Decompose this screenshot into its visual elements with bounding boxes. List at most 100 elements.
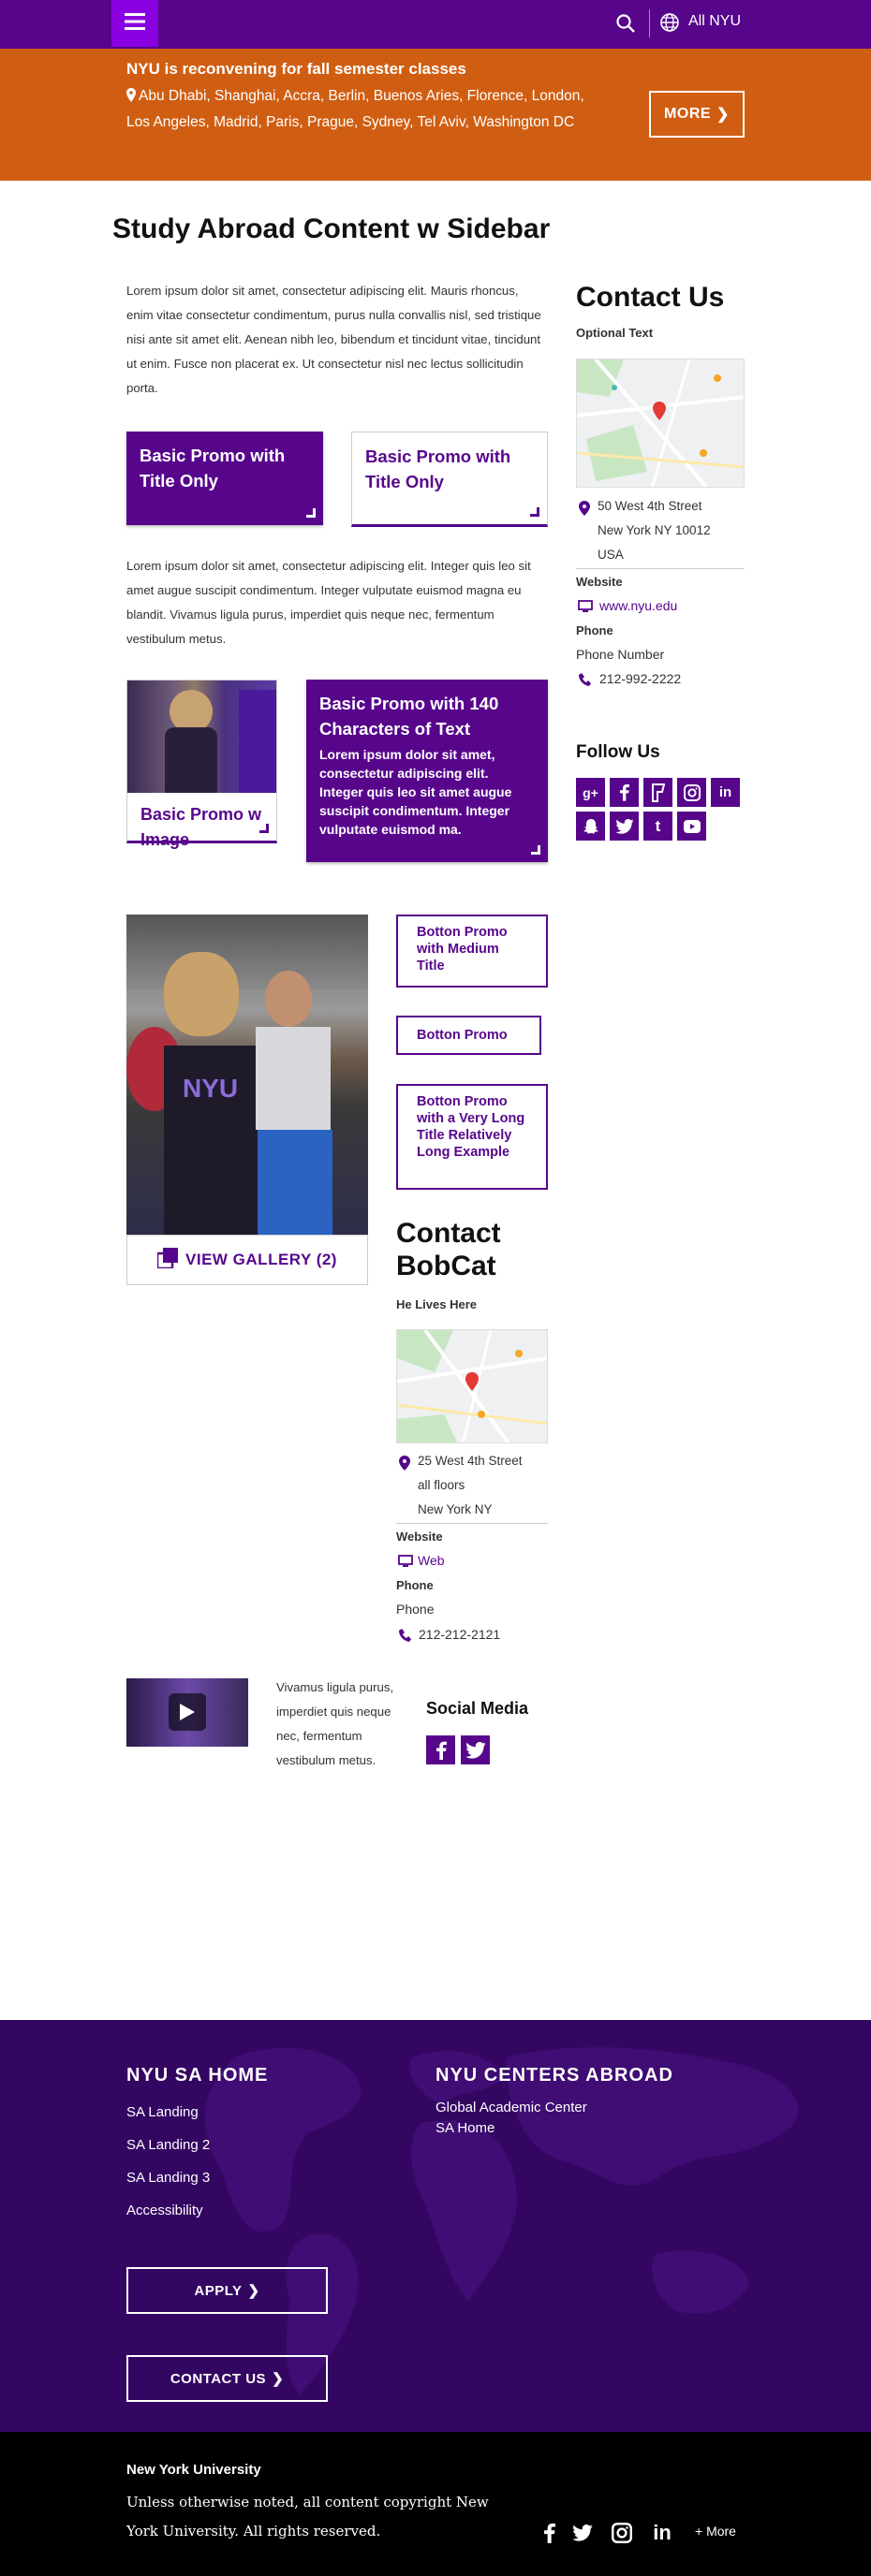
gallery-label: VIEW GALLERY (2) <box>185 1251 337 1268</box>
page-title: Study Abroad Content w Sidebar <box>112 213 551 244</box>
corner-arrow-icon <box>531 845 540 855</box>
footer-link[interactable]: SA Landing <box>126 2104 199 2120</box>
menu-button[interactable] <box>111 0 158 47</box>
view-gallery-button[interactable]: VIEW GALLERY (2) <box>126 1235 368 1285</box>
gallery-image[interactable]: NYU <box>126 915 368 1235</box>
alert-title: NYU is reconvening for fall semester cla… <box>126 60 466 78</box>
instagram-icon[interactable] <box>677 778 706 807</box>
promo-title: Basic Promo with Title Only <box>365 446 511 491</box>
youtube-icon[interactable] <box>677 812 706 841</box>
follow-us-title: Follow Us <box>576 742 660 762</box>
map-pin-icon <box>126 86 136 110</box>
more-social-link[interactable]: + More <box>695 2524 736 2539</box>
address-line: all floors <box>418 1478 465 1492</box>
main-content: Study Abroad Content w Sidebar Lorem ips… <box>0 181 871 2020</box>
top-bar: All NYU <box>0 0 871 49</box>
globe-icon <box>659 12 680 33</box>
more-button[interactable]: MORE ❯ <box>649 91 745 138</box>
chevron-right-icon: ❯ <box>716 107 730 123</box>
button-promo-medium[interactable]: Botton Promo with Medium Title <box>396 915 548 988</box>
footer-link[interactable]: Global Academic Center <box>436 2100 587 2115</box>
map-pin-icon <box>579 501 590 520</box>
intro-paragraph: Lorem ipsum dolor sit amet, consectetur … <box>126 284 541 395</box>
google-plus-icon[interactable]: g+ <box>576 778 605 807</box>
map-image[interactable] <box>576 359 745 488</box>
promo-title-only-outline[interactable]: Basic Promo with Title Only <box>351 432 548 527</box>
divider <box>649 9 650 37</box>
apply-button[interactable]: APPLY ❯ <box>126 2267 328 2314</box>
button-promo-short[interactable]: Botton Promo <box>396 1016 541 1055</box>
chevron-right-icon: ❯ <box>272 2371 285 2387</box>
promo-image <box>127 681 276 793</box>
bottom-bar: New York University Unless otherwise not… <box>0 2432 871 2576</box>
address-line: New York NY <box>418 1502 493 1516</box>
all-nyu-link[interactable]: All NYU <box>688 13 741 30</box>
footer-col2-title: NYU CENTERS ABROAD <box>436 2065 673 2086</box>
promo-title: Basic Promo w Image <box>140 805 262 849</box>
promo-text: Lorem ipsum dolor sit amet, consectetur … <box>319 747 512 837</box>
phone-name: Phone Number <box>576 647 665 662</box>
button-promo-long[interactable]: Botton Promo with a Very Long Title Rela… <box>396 1084 548 1190</box>
organization-name: New York University <box>126 2462 261 2478</box>
corner-arrow-icon <box>530 507 539 517</box>
facebook-icon[interactable] <box>541 2522 556 2544</box>
address-line: USA <box>598 548 624 562</box>
video-thumbnail[interactable] <box>126 1678 248 1747</box>
contact-bobcat-title: Contact BobCat <box>396 1218 501 1281</box>
address-line: New York NY 10012 <box>598 523 711 537</box>
tumblr-icon[interactable]: t <box>643 812 672 841</box>
monitor-icon <box>398 1555 413 1573</box>
alert-cities: Abu Dhabi, Shanghai, Accra, Berlin, Buen… <box>126 84 604 135</box>
website-label: Website <box>576 575 623 589</box>
copyright-text: Unless otherwise noted, all content copy… <box>126 2494 489 2539</box>
alert-banner: NYU is reconvening for fall semester cla… <box>0 49 871 181</box>
divider <box>576 568 745 569</box>
more-label: MORE <box>664 106 712 122</box>
linkedin-icon[interactable]: in <box>650 2521 674 2544</box>
hamburger-icon <box>125 12 145 35</box>
footer-link[interactable]: SA Landing 3 <box>126 2170 210 2186</box>
gallery-icon <box>155 1247 179 1273</box>
contact-us-label: CONTACT US <box>170 2370 267 2387</box>
phone-name: Phone <box>396 1602 435 1617</box>
contact-us-button[interactable]: CONTACT US ❯ <box>126 2355 328 2402</box>
promo-title: Basic Promo with 140 Characters of Text <box>319 694 499 739</box>
chevron-right-icon: ❯ <box>247 2283 260 2299</box>
linkedin-icon[interactable]: in <box>711 778 740 807</box>
map-pin-icon <box>399 1456 410 1475</box>
phone-icon <box>399 1629 411 1647</box>
video-description: Vivamus ligula purus, imperdiet quis neq… <box>276 1680 394 1767</box>
address-line: 25 West 4th Street <box>418 1454 523 1468</box>
divider <box>396 1523 548 1524</box>
footer-link[interactable]: SA Home <box>436 2120 495 2136</box>
website-link[interactable]: Web <box>418 1553 445 1568</box>
apply-label: APPLY <box>194 2282 243 2299</box>
promo-with-image[interactable]: Basic Promo w Image <box>126 680 277 849</box>
corner-arrow-icon <box>306 508 316 518</box>
address-line: 50 West 4th Street <box>598 499 702 513</box>
instagram-icon[interactable] <box>611 2522 633 2544</box>
phone-number: 212-212-2121 <box>419 1627 501 1642</box>
facebook-icon[interactable] <box>610 778 639 807</box>
sidebar-optional-text: Optional Text <box>576 326 654 340</box>
website-label: Website <box>396 1530 443 1544</box>
twitter-icon[interactable] <box>610 812 639 841</box>
twitter-icon[interactable] <box>571 2522 594 2544</box>
website-link[interactable]: www.nyu.edu <box>599 598 677 613</box>
search-icon[interactable] <box>614 12 637 35</box>
promo-title-only-solid[interactable]: Basic Promo with Title Only <box>126 432 323 525</box>
footer-link[interactable]: SA Landing 2 <box>126 2137 210 2153</box>
corner-arrow-icon <box>259 824 269 833</box>
footer-link[interactable]: Accessibility <box>126 2203 203 2218</box>
contact-bobcat-subtitle: He Lives Here <box>396 1297 477 1311</box>
sidebar-contact-title: Contact Us <box>576 282 725 313</box>
footer-col1-title: NYU SA HOME <box>126 2065 269 2086</box>
facebook-icon[interactable] <box>426 1735 455 1764</box>
promo-140-characters[interactable]: Basic Promo with 140 Characters of Text … <box>306 680 548 862</box>
play-icon[interactable] <box>169 1693 206 1731</box>
foursquare-icon[interactable] <box>643 778 672 807</box>
map-image[interactable] <box>396 1329 548 1443</box>
snapchat-icon[interactable] <box>576 812 605 841</box>
twitter-icon[interactable] <box>461 1735 490 1764</box>
phone-number: 212-992-2222 <box>599 671 682 686</box>
